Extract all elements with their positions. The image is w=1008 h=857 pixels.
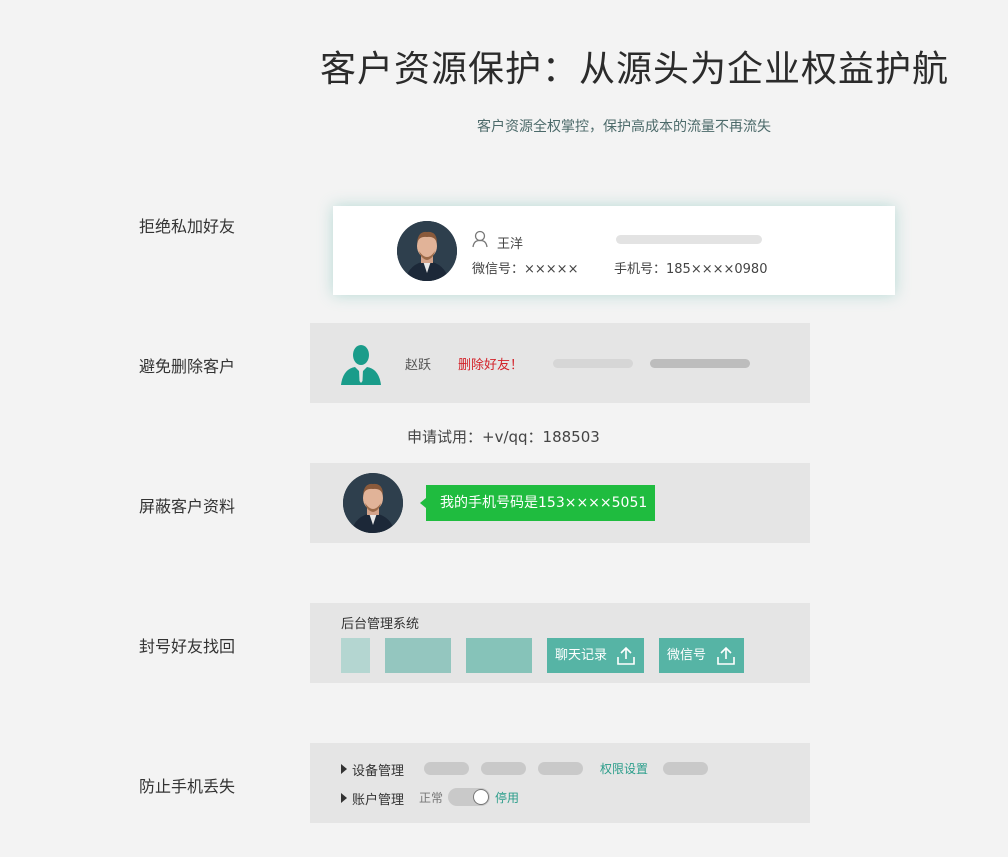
upload-icon — [617, 646, 635, 665]
user-silhouette-icon — [341, 345, 381, 385]
label-avoid-delete: 避免删除客户 — [139, 357, 236, 376]
chat-history-button[interactable]: 聊天记录 — [547, 638, 644, 673]
placeholder-block — [466, 638, 532, 673]
trial-contact: 申请试用：+v/qq：188503 — [407, 428, 600, 446]
avatar — [397, 221, 457, 281]
status-stop: 停用 — [495, 791, 520, 805]
placeholder-bar — [650, 359, 750, 368]
placeholder-bar — [616, 235, 762, 244]
triangle-right-icon[interactable] — [341, 764, 347, 774]
placeholder-pill — [538, 762, 583, 775]
contact-wechat: 微信号：××××× — [472, 262, 579, 277]
placeholder-pill — [481, 762, 526, 775]
upload-icon — [717, 646, 735, 665]
system-title: 后台管理系统 — [341, 617, 420, 632]
triangle-right-icon[interactable] — [341, 793, 347, 803]
chat-history-label: 聊天记录 — [555, 648, 608, 663]
shield-panel: 我的手机号码是153××××5051 — [310, 463, 810, 543]
contact-phone: 手机号：185××××0980 — [614, 262, 768, 277]
label-reject-friends: 拒绝私加好友 — [139, 217, 236, 236]
recover-panel: 后台管理系统 聊天记录 微信号 — [310, 603, 810, 683]
status-toggle[interactable] — [448, 788, 490, 806]
chat-bubble: 我的手机号码是153××××5051 — [420, 485, 655, 521]
device-panel: 设备管理 权限设置 账户管理 正常 停用 — [310, 743, 810, 823]
avatar — [343, 473, 403, 533]
placeholder-pill — [663, 762, 708, 775]
page-title: 客户资源保护：从源头为企业权益护航 — [320, 49, 950, 90]
customer-name: 赵跃 — [405, 358, 432, 373]
account-management[interactable]: 账户管理 — [352, 789, 404, 808]
contact-name: 王洋 — [497, 237, 524, 252]
status-normal: 正常 — [419, 791, 444, 805]
device-management[interactable]: 设备管理 — [352, 760, 404, 779]
label-prevent-loss: 防止手机丢失 — [139, 777, 236, 796]
delete-panel: 赵跃 删除好友！ — [310, 323, 810, 403]
placeholder-block — [385, 638, 451, 673]
user-outline-icon — [472, 230, 488, 248]
toggle-knob — [473, 789, 489, 805]
label-recover-friends: 封号好友找回 — [139, 637, 236, 656]
contact-card: 王洋 微信号：××××× 手机号：185××××0980 — [333, 206, 895, 295]
permission-settings-link[interactable]: 权限设置 — [600, 760, 648, 777]
placeholder-block — [341, 638, 370, 673]
wechat-id-button[interactable]: 微信号 — [659, 638, 744, 673]
label-shield-info: 屏蔽客户资料 — [139, 497, 236, 516]
delete-warning: 删除好友！ — [458, 358, 524, 373]
wechat-id-label: 微信号 — [667, 648, 707, 663]
placeholder-bar — [553, 359, 633, 368]
placeholder-pill — [424, 762, 469, 775]
page-subtitle: 客户资源全权掌控，保护高成本的流量不再流失 — [477, 119, 771, 135]
